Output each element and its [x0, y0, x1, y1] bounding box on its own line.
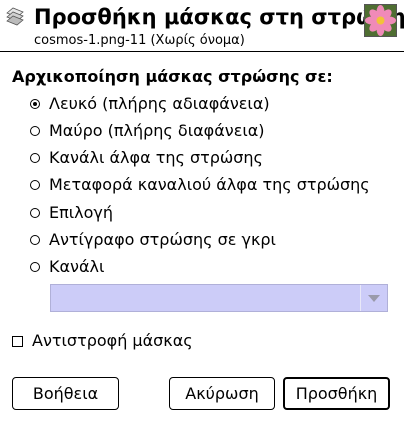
chevron-down-icon[interactable]: [360, 285, 387, 311]
flower-thumbnail: [364, 4, 397, 37]
radio-grayscale-copy[interactable]: Αντίγραφο στρώσης σε γκρι: [30, 229, 276, 251]
radio-indicator[interactable]: [30, 235, 40, 245]
radio-label: Επιλογή: [49, 203, 114, 222]
radio-indicator[interactable]: [30, 262, 40, 272]
add-button[interactable]: Προσθήκη: [283, 377, 390, 410]
radio-indicator[interactable]: [30, 208, 40, 218]
header-divider: [0, 51, 404, 52]
radio-label: Αντίγραφο στρώσης σε γκρι: [49, 230, 276, 249]
radio-indicator[interactable]: [30, 153, 40, 163]
init-mask-label: Αρχικοποίηση μάσκας στρώσης σε:: [12, 67, 333, 86]
radio-transfer-alpha-channel[interactable]: Μεταφορά καναλιού άλφα της στρώσης: [30, 174, 370, 196]
radio-layer-alpha-channel[interactable]: Κανάλι άλφα της στρώσης: [30, 147, 263, 169]
radio-indicator[interactable]: [30, 180, 40, 190]
image-subtitle: cosmos-1.png-11 (Χωρίς όνομα): [34, 33, 245, 48]
radio-label: Κανάλι άλφα της στρώσης: [49, 148, 263, 167]
layer-mask-icon: [4, 5, 26, 27]
channel-select[interactable]: [50, 284, 388, 312]
radio-label: Κανάλι: [49, 257, 105, 276]
radio-selection[interactable]: Επιλογή: [30, 202, 113, 224]
help-button[interactable]: Βοήθεια: [12, 377, 119, 410]
radio-label: Λευκό (πλήρης αδιαφάνεια): [49, 94, 270, 113]
cancel-button[interactable]: Ακύρωση: [169, 377, 275, 410]
invert-mask-checkbox-row[interactable]: Αντιστροφή μάσκας: [12, 330, 193, 352]
radio-indicator[interactable]: [30, 126, 40, 136]
radio-white-full-opacity[interactable]: Λευκό (πλήρης αδιαφάνεια): [30, 93, 270, 115]
radio-label: Μεταφορά καναλιού άλφα της στρώσης: [49, 175, 370, 194]
radio-black-full-transparency[interactable]: Μαύρο (πλήρης διαφάνεια): [30, 120, 265, 142]
dialog-header: Προσθήκη μάσκας στη στρώση cosmos-1.png-…: [0, 0, 404, 52]
radio-indicator[interactable]: [30, 99, 40, 109]
radio-channel[interactable]: Κανάλι: [30, 256, 104, 278]
radio-label: Μαύρο (πλήρης διαφάνεια): [49, 121, 265, 140]
invert-mask-checkbox[interactable]: [12, 335, 23, 347]
invert-mask-label: Αντιστροφή μάσκας: [32, 331, 193, 350]
dialog-title: Προσθήκη μάσκας στη στρώση: [34, 5, 404, 29]
